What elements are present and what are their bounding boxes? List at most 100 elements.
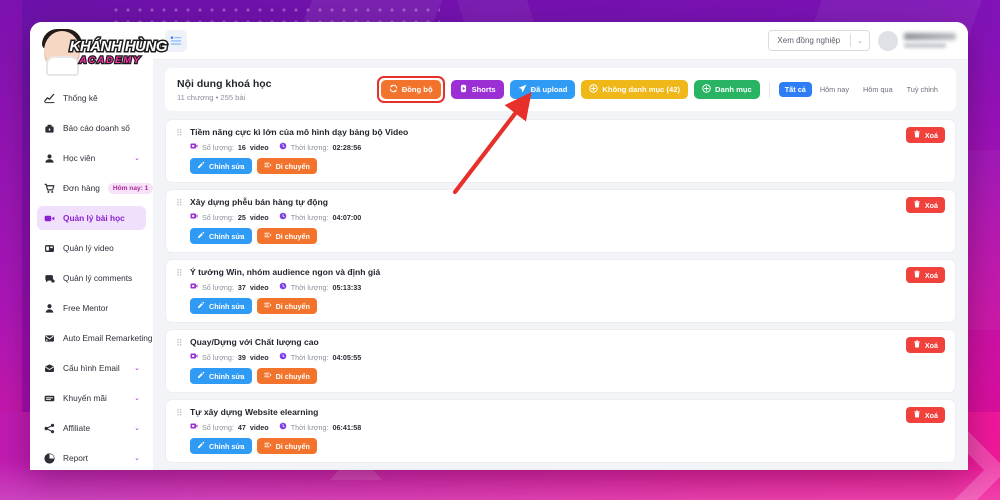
sidebar-item-3[interactable]: Học viên ⌄ — [37, 146, 146, 170]
action-button-label: Shorts — [471, 85, 496, 94]
move-chapter-button[interactable]: Di chuyển — [256, 298, 317, 314]
move-chapter-button[interactable]: Di chuyển — [256, 228, 317, 244]
date-filter-4[interactable]: Tuỳ chỉnh — [901, 82, 944, 97]
drag-handle-icon[interactable]: ⠿ — [176, 407, 183, 454]
edit-chapter-button[interactable]: Chỉnh sửa — [190, 158, 252, 174]
delete-chapter-label: Xoá — [924, 410, 938, 420]
chart-icon — [43, 93, 55, 104]
duration-value: 04:05:55 — [332, 352, 362, 362]
drag-handle-icon[interactable]: ⠿ — [176, 337, 183, 384]
brand-name-line2: ACADEMY — [78, 54, 142, 68]
chapter-actions: Chỉnh sửa Di chuyển — [190, 228, 899, 244]
duration-label: Thời lượng: — [290, 142, 329, 152]
move-chapter-label: Di chuyển — [275, 441, 310, 451]
drag-handle-icon[interactable]: ⠿ — [176, 197, 183, 244]
page-subtitle: 11 chương • 255 bài — [177, 92, 246, 102]
user-display-name — [904, 33, 956, 40]
action-button-label: Không danh mục (42) — [602, 85, 680, 94]
edit-icon — [197, 441, 205, 451]
chapter-row[interactable]: ⠿ Quay/Dựng với Chất lượng cao Số lượng: 39… — [165, 329, 956, 393]
video-count-unit: video — [249, 352, 269, 362]
video-count-icon — [190, 142, 198, 152]
move-chapter-button[interactable]: Di chuyển — [256, 158, 317, 174]
sidebar-item-8[interactable]: Free Mentor — [37, 296, 146, 320]
chevron-down-icon[interactable]: ⌄ — [134, 154, 140, 162]
sidebar-item-13[interactable]: Report ⌄ — [37, 446, 146, 470]
colleague-select[interactable]: Xem đồng nghiệp ⌄ — [768, 30, 870, 51]
sidebar-item-5[interactable]: Quản lý bài học — [37, 206, 146, 230]
sidebar-item-10[interactable]: Cấu hình Email ⌄ — [37, 356, 146, 380]
move-chapter-button[interactable]: Di chuyển — [256, 368, 317, 384]
delete-chapter-button[interactable]: Xoá — [905, 197, 945, 213]
sidebar-item-badge: Hôm nay: 1 — [107, 182, 154, 194]
video-count-meta: Số lượng: 25 video — [190, 212, 269, 222]
delete-chapter-label: Xoá — [924, 270, 938, 280]
chapter-row[interactable]: ⠿Tư duy Marketing và Chốt SaleSố lượng:2… — [165, 469, 956, 470]
edit-chapter-button[interactable]: Chỉnh sửa — [190, 438, 252, 454]
chapter-row[interactable]: ⠿ Ý tưởng Win, nhóm audience ngon và định… — [165, 259, 956, 323]
chapter-row[interactable]: ⠿ Xây dựng phễu bán hàng tự động Số lượng:… — [165, 189, 956, 253]
edit-icon — [197, 161, 205, 171]
clock-icon — [279, 142, 287, 152]
sidebar-item-9[interactable]: Auto Email Remarketing — [37, 326, 152, 350]
edit-chapter-button[interactable]: Chỉnh sửa — [190, 298, 252, 314]
sidebar-item-12[interactable]: Affiliate ⌄ — [37, 416, 146, 440]
chevron-down-icon[interactable]: ⌄ — [134, 424, 140, 432]
move-chapter-button[interactable]: Di chuyển — [256, 438, 317, 454]
drag-handle-icon[interactable]: ⠿ — [176, 127, 183, 174]
chevron-down-icon[interactable]: ⌄ — [134, 394, 140, 402]
share-icon — [43, 423, 55, 434]
edit-icon — [197, 301, 205, 311]
action-button-5[interactable]: Danh mục — [694, 80, 760, 99]
user-menu[interactable] — [878, 30, 956, 51]
date-filter-3[interactable]: Hôm qua — [857, 82, 899, 97]
sidebar-item-label: Báo cáo doanh số — [63, 123, 130, 133]
sidebar-item-6[interactable]: Quản lý video — [37, 236, 146, 260]
list-menu-icon[interactable] — [165, 29, 187, 52]
delete-chapter-button[interactable]: Xoá — [905, 267, 945, 283]
brand-logo[interactable]: KHÁNH HÙNG ACADEMY — [30, 22, 169, 84]
chapter-title: Quay/Dựng với Chất lượng cao — [190, 337, 319, 347]
delete-chapter-label: Xoá — [924, 200, 938, 210]
user-role-text — [904, 43, 946, 48]
video-count-label: Số lượng: — [202, 422, 234, 432]
sidebar-item-7[interactable]: Quản lý comments — [37, 266, 146, 290]
move-icon — [263, 371, 272, 381]
chevron-down-icon[interactable]: ⌄ — [134, 454, 140, 462]
duration-label: Thời lượng: — [290, 212, 329, 222]
page-title: Nội dung khoá học — [177, 77, 272, 90]
chapter-actions: Chỉnh sửa Di chuyển — [190, 158, 899, 174]
edit-chapter-button[interactable]: Chỉnh sửa — [190, 368, 252, 384]
action-button-1[interactable]: Đồng bộ — [380, 80, 441, 99]
drag-handle-icon[interactable]: ⠿ — [176, 267, 183, 314]
chapter-row[interactable]: ⠿ Tiềm năng cực kì lớn của mô hình dạy bả… — [165, 119, 956, 183]
action-button-4[interactable]: Không danh mục (42) — [581, 80, 688, 99]
content-scroll-area[interactable]: Nội dung khoá học 11 chương • 255 bài Đồ… — [153, 60, 968, 470]
chapter-list: ⠿ Tiềm năng cực kì lớn của mô hình dạy bả… — [165, 119, 956, 470]
sidebar-item-4[interactable]: Đơn hàng Hôm nay: 1 — [37, 176, 154, 200]
film-icon — [43, 243, 55, 254]
sidebar-item-2[interactable]: Báo cáo doanh số — [37, 116, 146, 140]
chapter-meta: Số lượng: 47 video Thời lượng: 06:41:58 — [190, 422, 899, 432]
colleague-select-value: Xem đồng nghiệp — [777, 36, 841, 45]
video-count-value: 37 — [237, 282, 246, 292]
chevron-down-icon[interactable]: ⌄ — [134, 364, 140, 372]
date-filter-2[interactable]: Hôm nay — [814, 82, 855, 97]
chapter-row[interactable]: ⠿ Tự xây dựng Website elearning Số lượng: 4… — [165, 399, 956, 463]
chapter-body: Quay/Dựng với Chất lượng cao Số lượng: 39 v… — [190, 337, 899, 384]
sidebar-item-1[interactable]: Thống kê — [37, 86, 146, 110]
clock-icon — [279, 352, 287, 362]
action-button-2[interactable]: Shorts — [450, 80, 504, 99]
duration-meta: Thời lượng: 02:28:56 — [279, 142, 361, 152]
delete-chapter-button[interactable]: Xoá — [905, 127, 945, 143]
delete-chapter-button[interactable]: Xoá — [905, 407, 945, 423]
delete-chapter-button[interactable]: Xoá — [905, 337, 945, 353]
sidebar-item-11[interactable]: Khuyến mãi ⌄ — [37, 386, 146, 410]
edit-chapter-button[interactable]: Chỉnh sửa — [190, 228, 252, 244]
duration-label: Thời lượng: — [290, 422, 329, 432]
brand-name-line1: KHÁNH HÙNG — [68, 37, 169, 57]
chapter-title: Tự xây dựng Website elearning — [190, 407, 319, 417]
cart-icon — [43, 183, 55, 194]
date-filter-1[interactable]: Tất cả — [778, 82, 812, 97]
action-button-3[interactable]: Đã upload — [509, 80, 576, 99]
